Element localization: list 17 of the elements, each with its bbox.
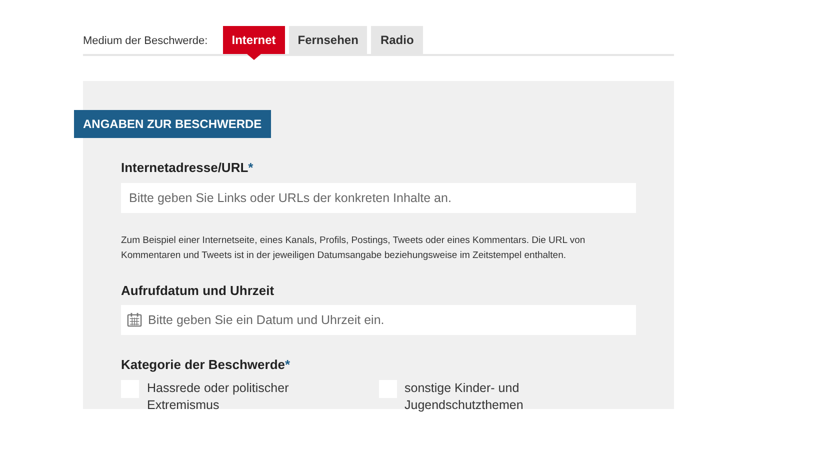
field-label: Aufrufdatum und Uhrzeit <box>121 282 274 300</box>
date-input-field[interactable]: Bitte geben Sie ein Datum und Uhrzeit ein. <box>121 305 636 335</box>
medium-tab[interactable]: Radio <box>371 26 423 54</box>
section-heading: ANGABEN ZUR BESCHWERDE <box>74 110 271 138</box>
url-hint: Zum Beispiel einer Internetseite, eines Kanals, Profils, Postings, Tweets oder eines Kommentars. Die URL von Kommentaren und Tweets ist in der jeweiligen Datumsangabe beziehungsweise im Zeitstempel enthalten. <box>121 234 586 262</box>
tab-pointer-icon <box>246 54 261 60</box>
checkbox-label: Hassrede oder politischer Extremismus <box>147 380 290 414</box>
checkbox-label: sonstige Kinder- und Jugendschutzthemen <box>404 380 524 414</box>
field-label: Kategorie der Beschwerde <box>121 356 286 374</box>
required-mark: * <box>248 159 254 177</box>
medium-tab[interactable]: Fernsehen <box>288 26 368 54</box>
medium-tab[interactable]: Internet <box>222 26 285 54</box>
url-input-field[interactable]: Bitte geben Sie Links oder URLs der konkreten Inhalte an. <box>121 182 636 212</box>
required-mark: * <box>285 356 290 374</box>
field-label: Internetadresse/URL <box>121 159 248 177</box>
medium-label: Medium der Beschwerde: <box>83 34 208 49</box>
calendar-icon <box>127 312 142 327</box>
